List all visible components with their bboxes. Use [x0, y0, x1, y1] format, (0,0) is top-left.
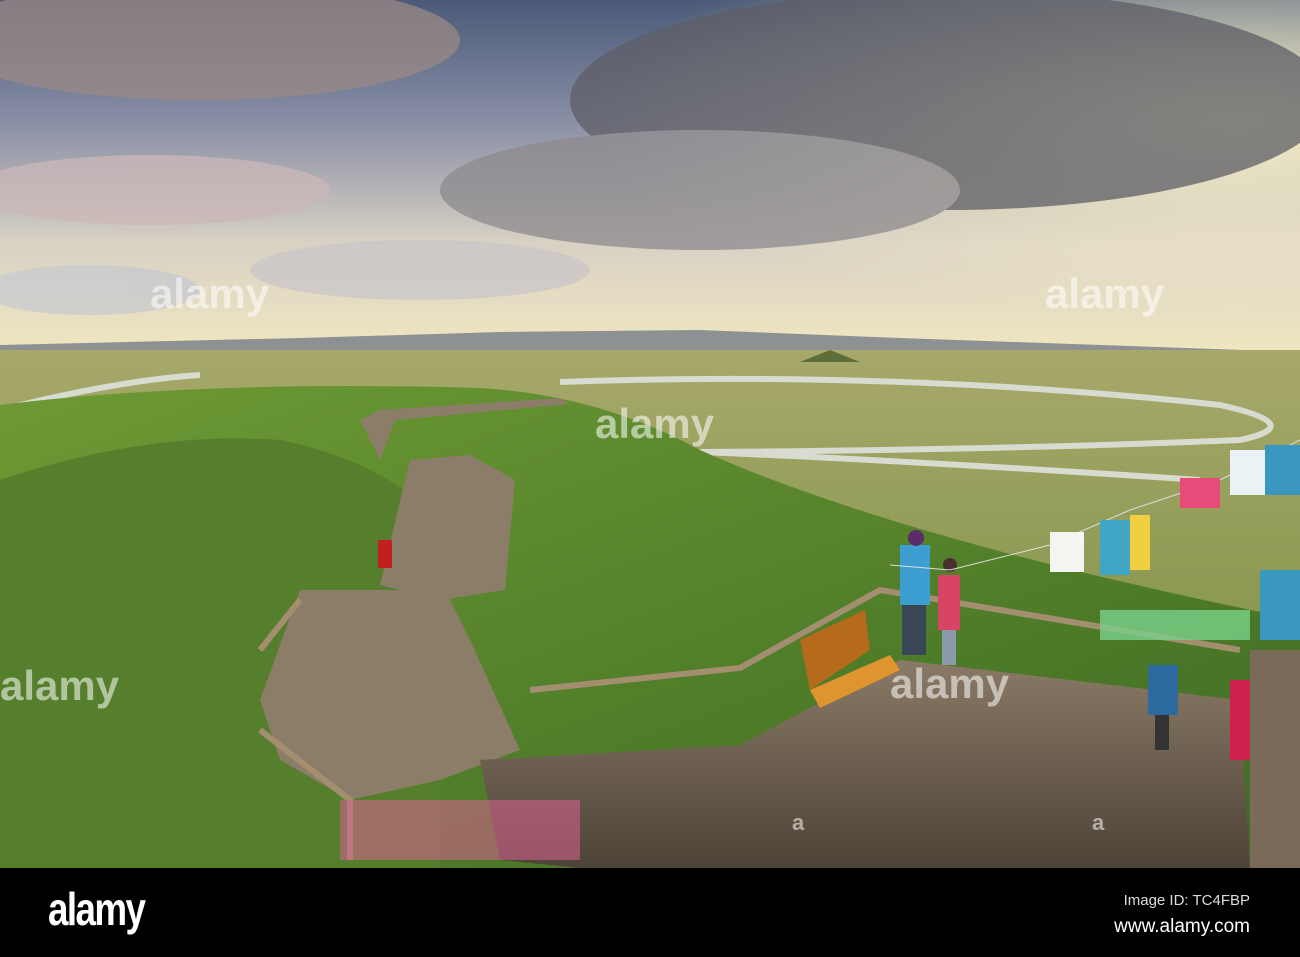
site-url: www.alamy.com — [1114, 916, 1250, 937]
watermark: alamy — [1045, 270, 1165, 317]
watermark: alamy — [595, 400, 715, 447]
watermark: alamy — [890, 660, 1010, 707]
watermark-small: a — [792, 810, 805, 835]
alamy-logo: alamy — [48, 883, 146, 935]
watermark-small: a — [1092, 810, 1105, 835]
stock-photo-page: alamy alamy alamy alamy alamy a a alamy … — [0, 0, 1300, 957]
watermark: alamy — [0, 662, 120, 709]
image-id: Image ID: TC4FBP — [1123, 892, 1250, 909]
footer-bar: alamy Image ID: TC4FBP www.alamy.com — [0, 868, 1300, 957]
watermark: alamy — [150, 270, 270, 317]
